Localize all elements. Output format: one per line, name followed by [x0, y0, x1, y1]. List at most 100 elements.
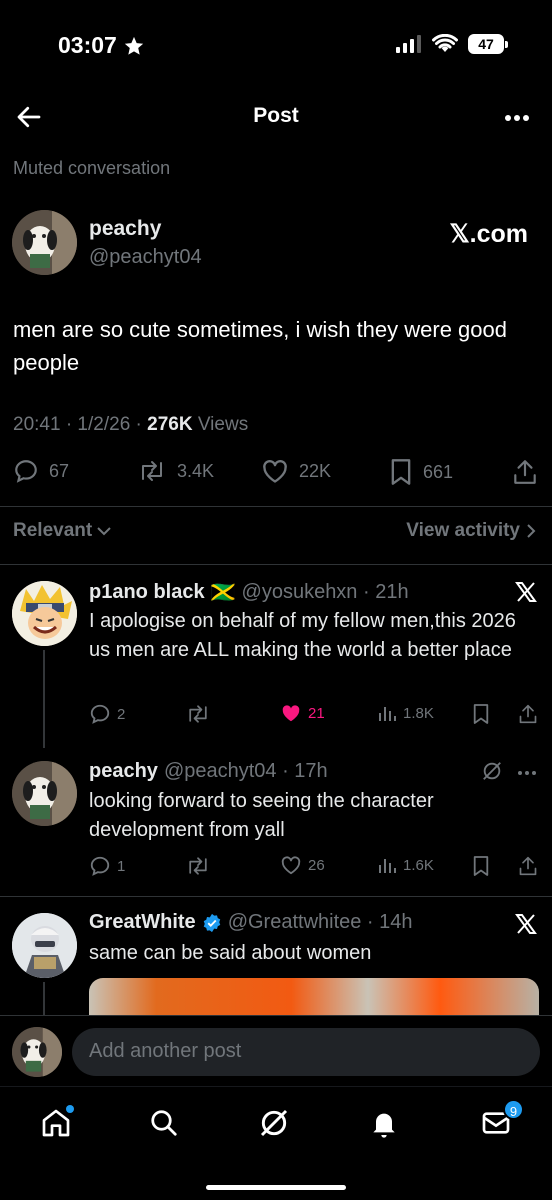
reply-avatar[interactable]: [12, 581, 77, 646]
verified-badge-icon: [202, 913, 222, 933]
views-count: 1.6K: [403, 856, 434, 874]
reply-button[interactable]: 1: [89, 855, 125, 877]
author-name[interactable]: peachy: [89, 217, 161, 241]
x-logo-icon: [514, 580, 538, 604]
tab-messages[interactable]: 9: [480, 1099, 524, 1139]
bookmark-count: 661: [423, 461, 454, 482]
status-indicators: 47: [396, 34, 508, 54]
bottom-tab-bar: 9: [0, 1086, 552, 1200]
repost-icon: [185, 703, 211, 725]
views-count[interactable]: 276K: [147, 414, 192, 435]
author-handle[interactable]: @peachyt04: [89, 246, 202, 269]
bookmark-button[interactable]: 661: [389, 458, 453, 486]
battery-icon: 47: [468, 34, 508, 54]
reply-media-image[interactable]: [89, 978, 539, 1018]
reply-author-name[interactable]: peachy: [89, 760, 158, 783]
repost-count: 3.4K: [177, 460, 215, 481]
tab-search[interactable]: [149, 1107, 179, 1139]
sort-relevant-dropdown[interactable]: Relevant: [13, 520, 112, 542]
repost-button[interactable]: [185, 855, 217, 877]
reply-text: I apologise on behalf of my fellow men,t…: [89, 610, 516, 661]
heart-icon: [280, 855, 302, 875]
reply-author-handle[interactable]: @Greattwhitee · 14h: [228, 911, 413, 934]
share-icon: [512, 458, 538, 486]
reply-count: 1: [117, 857, 126, 875]
author-avatar[interactable]: [12, 210, 77, 275]
reply-compose-input[interactable]: Add another post: [72, 1028, 540, 1076]
x-com-watermark: 𝕏.com: [449, 220, 529, 248]
home-icon: [40, 1105, 74, 1139]
tab-notifications[interactable]: [368, 1107, 400, 1139]
reply-header: p1ano black 🇯🇲 @yosukehxn · 21h: [89, 580, 409, 605]
wifi-icon: [432, 34, 458, 54]
like-count: 22K: [299, 460, 332, 481]
chevron-down-icon: [96, 525, 112, 537]
reply-author-handle[interactable]: @peachyt04 · 17h: [164, 760, 328, 783]
reply-actions: 2 21 1.8K: [0, 703, 552, 729]
bookmark-icon: [472, 855, 490, 877]
view-activity-link[interactable]: View activity: [406, 520, 536, 542]
reply-author-name[interactable]: GreatWhite: [89, 911, 196, 934]
views-button[interactable]: 1.8K: [377, 703, 434, 723]
more-options-icon[interactable]: [504, 114, 530, 122]
share-button[interactable]: [518, 855, 538, 877]
reply-button[interactable]: 67: [13, 458, 69, 484]
like-count: 26: [308, 856, 325, 874]
page-title: Post: [253, 104, 299, 127]
post-timestamp: 20:41 · 1/2/26 ·: [13, 414, 148, 435]
grok-icon: [258, 1107, 290, 1139]
reply-header: peachy @peachyt04 · 17h: [89, 760, 328, 783]
like-count: 21: [308, 704, 325, 722]
reply-actions: 1 26 1.6K: [0, 855, 552, 881]
views-count: 1.8K: [403, 704, 434, 722]
share-button[interactable]: [512, 458, 538, 486]
star-icon: [123, 35, 145, 57]
reply-count: 67: [49, 460, 70, 481]
sort-label: Relevant: [13, 520, 93, 541]
signal-icon: [396, 35, 422, 53]
views-icon: [377, 855, 397, 875]
share-icon: [518, 703, 538, 725]
repost-icon: [185, 855, 211, 877]
more-options-icon[interactable]: [517, 770, 537, 776]
like-button[interactable]: 22K: [261, 458, 331, 484]
unread-dot: [66, 1105, 74, 1113]
like-button[interactable]: 21: [280, 703, 325, 723]
views-button[interactable]: 1.6K: [377, 855, 434, 875]
bookmark-button[interactable]: [472, 855, 490, 877]
bell-icon: [368, 1107, 400, 1139]
reply-icon: [89, 703, 111, 725]
divider: [0, 564, 552, 565]
reply-author-name[interactable]: p1ano black: [89, 581, 205, 604]
grok-icon[interactable]: [481, 760, 503, 782]
reply-count: 2: [117, 705, 126, 723]
bookmark-button[interactable]: [472, 703, 490, 725]
share-icon: [518, 855, 538, 877]
reply-header: GreatWhite @Greattwhitee · 14h: [89, 911, 413, 934]
search-icon: [149, 1107, 179, 1139]
like-button[interactable]: 26: [280, 855, 325, 875]
tab-grok[interactable]: [258, 1107, 290, 1139]
share-button[interactable]: [518, 703, 538, 725]
heart-filled-icon: [280, 703, 302, 723]
bookmark-icon: [389, 458, 413, 486]
repost-button[interactable]: [185, 703, 217, 725]
heart-icon: [261, 458, 289, 484]
view-activity-label: View activity: [406, 520, 520, 541]
reply-icon: [13, 458, 39, 484]
divider: [0, 896, 552, 897]
post-text: men are so cute sometimes, i wish they w…: [13, 317, 508, 375]
reply-author-handle[interactable]: @yosukehxn · 21h: [242, 581, 409, 604]
tab-home[interactable]: [40, 1105, 74, 1139]
jamaica-flag-icon: 🇯🇲: [210, 582, 236, 604]
reply-button[interactable]: 2: [89, 703, 125, 725]
current-user-avatar: [12, 1027, 62, 1077]
chevron-right-icon: [526, 523, 536, 539]
reply-avatar[interactable]: [12, 913, 77, 978]
compose-bar: Add another post: [0, 1015, 552, 1085]
thread-line: [43, 650, 45, 748]
repost-button[interactable]: 3.4K: [137, 458, 214, 484]
reply-avatar[interactable]: [12, 761, 77, 826]
x-logo-icon: [514, 912, 538, 936]
views-label: Views: [192, 414, 249, 435]
